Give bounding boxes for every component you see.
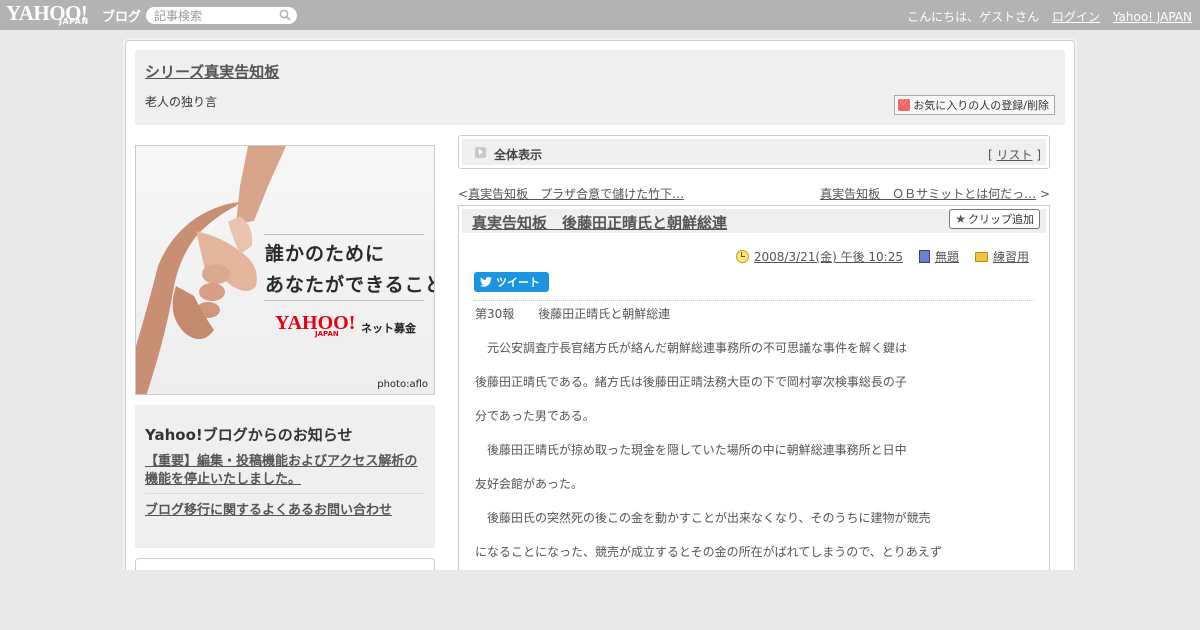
logo-japan: JAPAN xyxy=(59,17,89,26)
charity-banner-ad[interactable]: 誰かのために あなたができること YAHOO! JAPAN ネット募金 phot… xyxy=(135,145,435,395)
notice-box: Yahoo!ブログからのお知らせ 【重要】編集・投稿機能およびアクセス解析の機能… xyxy=(135,405,435,548)
view-all-label: 全体表示 xyxy=(494,148,543,162)
clock-icon xyxy=(735,250,749,263)
prev-arrow: < xyxy=(458,187,469,201)
list-bracket-open: [ xyxy=(987,148,993,162)
folder-link[interactable]: 練習用 xyxy=(993,248,1029,265)
banner-headline-2: あなたができること xyxy=(265,274,435,296)
article-date: 2008/3/21(金) 午後 10:25 xyxy=(735,248,903,265)
notice-divider xyxy=(145,493,425,494)
heart-icon xyxy=(898,98,911,111)
search-icon[interactable] xyxy=(279,9,291,21)
page-footer-band xyxy=(0,570,1200,630)
top-bar: YAHOO! JAPAN ブログ こんにちは、ゲストさん ログイン Yahoo!… xyxy=(0,0,1200,30)
article-paragraph: 分であった男である。 xyxy=(475,409,595,423)
search-box xyxy=(146,7,297,24)
blog-title[interactable]: シリーズ真実告知板 xyxy=(145,61,279,82)
prev-article-link[interactable]: 真実告知板 プラザ合意で儲けた竹下… xyxy=(468,187,684,201)
article-paragraph: 友好会館があった。 xyxy=(475,477,584,491)
folder-icon xyxy=(974,251,988,262)
notice-heading: Yahoo!ブログからのお知らせ xyxy=(145,426,353,444)
article-paragraph: 元公安調査庁長官緒方氏が絡んだ朝鮮総連事務所の不可思議な事件を解く鍵は xyxy=(475,341,908,355)
list-view-toggle: [ リスト ] xyxy=(988,146,1041,163)
banner-headline-1: 誰かのために xyxy=(265,243,386,265)
next-article-nav: 真実告知板 ＯＢサミットとは何だっ… > xyxy=(820,185,1050,202)
banner-divider xyxy=(264,300,424,301)
banner-brand-service: ネット募金 xyxy=(361,322,416,335)
favorite-button-label: お気に入りの人の登録/削除 xyxy=(913,99,1049,112)
blog-description: 老人の独り言 xyxy=(145,95,218,109)
favorite-register-button[interactable]: お気に入りの人の登録/削除 xyxy=(894,95,1055,115)
photo-credit: photo:aflo xyxy=(377,379,428,390)
twitter-bird-icon xyxy=(480,277,492,287)
article-divider xyxy=(474,300,1034,301)
banner-brand-japan: JAPAN xyxy=(315,330,339,338)
article-body: 第30報 後藤田正晴氏と朝鮮総連 元公安調査庁長官緒方氏が絡んだ朝鮮総連事務所の… xyxy=(475,307,1035,579)
article-meta: 2008/3/21(金) 午後 10:25 無題 練習用 xyxy=(720,248,1029,265)
article-date-link[interactable]: 2008/3/21(金) 午後 10:25 xyxy=(754,248,903,265)
blog-header: シリーズ真実告知板 老人の独り言 お気に入りの人の登録/削除 xyxy=(135,50,1065,125)
list-view-link[interactable]: リスト xyxy=(996,148,1032,162)
list-bracket-close: ] xyxy=(1036,148,1041,162)
tweet-button[interactable]: ツイート xyxy=(474,272,549,292)
article-category: 無題 xyxy=(918,248,959,265)
search-input[interactable] xyxy=(154,8,279,23)
article-header: 真実告知板 後藤田正晴氏と朝鮮総連 ★ クリップ追加 xyxy=(462,209,1046,233)
notice-link-important[interactable]: 【重要】編集・投稿機能およびアクセス解析の機能を停止いたしました。 xyxy=(145,454,417,487)
view-mode-bar: 全体表示 [ リスト ] xyxy=(458,135,1050,169)
clip-button-label: クリップ追加 xyxy=(968,213,1034,226)
banner-divider xyxy=(264,234,424,235)
user-menu: こんにちは、ゲストさん ログイン Yahoo! JAPAN xyxy=(907,8,1192,25)
article-paragraph: 第30報 後藤田正晴氏と朝鮮総連 xyxy=(475,307,671,321)
next-arrow: > xyxy=(1039,187,1050,201)
logo-blog: ブログ xyxy=(102,10,142,25)
notice-link-faq[interactable]: ブログ移行に関するよくあるお問い合わせ xyxy=(145,503,392,518)
yahoo-japan-link[interactable]: Yahoo! JAPAN xyxy=(1113,10,1192,24)
notice-item: 【重要】編集・投稿機能およびアクセス解析の機能を停止いたしました。 xyxy=(145,453,427,489)
tweet-button-label: ツイート xyxy=(496,276,540,289)
prev-article-nav: <真実告知板 プラザ合意で儲けた竹下… xyxy=(458,185,684,202)
star-icon: ★ xyxy=(955,212,966,226)
next-article-link[interactable]: 真実告知板 ＯＢサミットとは何だっ… xyxy=(820,187,1036,201)
notice-item: ブログ移行に関するよくあるお問い合わせ xyxy=(145,499,392,518)
article-paragraph: 後藤田氏の突然死の後この金を動かすことが出来なくなり、そのうちに建物が競売 xyxy=(475,511,931,525)
article-paragraph: 後藤田正晴氏が掠め取った現金を隠していた場所の中に朝鮮総連事務所と日中 xyxy=(475,443,907,457)
clip-add-button[interactable]: ★ クリップ追加 xyxy=(949,209,1040,229)
article-title[interactable]: 真実告知板 後藤田正晴氏と朝鮮総連 xyxy=(472,212,727,233)
greeting-text: こんにちは、ゲストさん xyxy=(907,10,1040,24)
category-link[interactable]: 無題 xyxy=(935,248,959,265)
view-mode-inner: 全体表示 [ リスト ] xyxy=(462,139,1046,165)
article-folder: 練習用 xyxy=(974,248,1029,265)
arrow-right-icon xyxy=(475,147,486,158)
book-icon xyxy=(918,250,930,263)
article-paragraph: 後藤田正晴氏である。緒方氏は後藤田正晴法務大臣の下で岡村寧次検事総長の子 xyxy=(475,375,907,389)
article: 真実告知板 後藤田正晴氏と朝鮮総連 ★ クリップ追加 2008/3/21(金) … xyxy=(458,205,1050,585)
login-link[interactable]: ログイン xyxy=(1052,10,1100,24)
